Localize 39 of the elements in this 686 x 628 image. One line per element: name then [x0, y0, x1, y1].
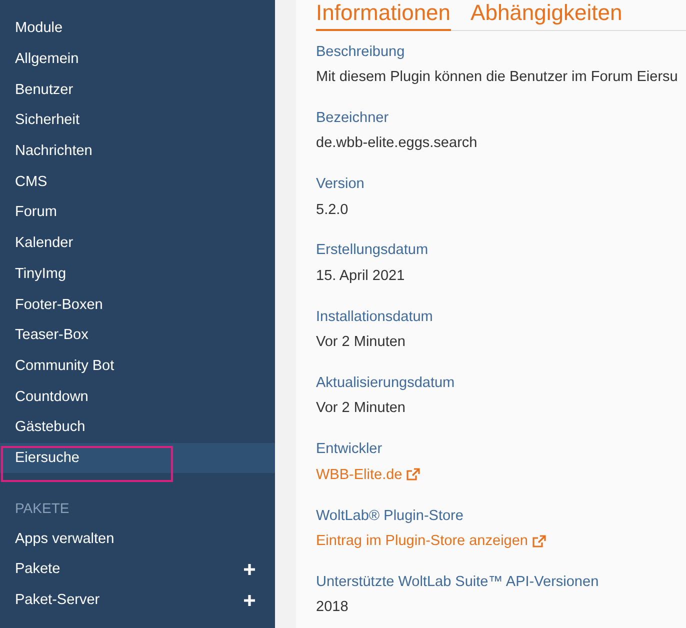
sidebar-item[interactable]: CMS	[0, 166, 275, 198]
field-label: Unterstützte WoltLab Suite™ API-Versionen	[316, 572, 600, 592]
sidebar-item[interactable]: Countdown	[0, 381, 275, 412]
plus-icon[interactable]	[244, 594, 255, 606]
sidebar-item[interactable]: Apps verwalten	[0, 523, 275, 554]
field-value: Vor 2 Minuten	[316, 399, 406, 418]
field-label: Bezeichner	[316, 108, 390, 128]
sidebar-section-title: PAKETE	[14, 499, 70, 518]
field-value: 2018	[316, 598, 350, 618]
plus-icon[interactable]	[244, 564, 255, 575]
sidebar-item[interactable]: Forum	[0, 197, 275, 228]
field-value: 15. April 2021	[316, 266, 406, 286]
field-label: Version	[316, 175, 366, 194]
sidebar-item[interactable]: Gästebuch	[0, 412, 275, 443]
field-value: Vor 2 Minuten	[316, 333, 406, 352]
sidebar-item[interactable]: Teaser-Box	[0, 320, 275, 351]
field-value: de.wbb-elite.eggs.search	[316, 134, 478, 154]
sidebar-item[interactable]: Allgemein	[0, 44, 275, 74]
external-link-icon	[532, 534, 546, 548]
sidebar-item[interactable]: Kalender	[0, 228, 275, 258]
sidebar-item[interactable]: Footer-Boxen	[0, 289, 275, 320]
field-value: 5.2.0	[316, 200, 350, 220]
field-label: Erstellungsdatum	[316, 241, 430, 260]
sidebar-item[interactable]: Pakete	[0, 554, 275, 585]
sidebar-item[interactable]: Benutzer	[0, 74, 275, 106]
field-value: Mit diesem Plugin können die Benutzer im Forum Eiersu	[316, 68, 679, 87]
external-link-icon	[406, 468, 420, 482]
sidebar-item[interactable]: Eiersuche	[0, 442, 275, 474]
field-label: Installationsdatum	[316, 308, 434, 327]
field-label: Entwickler	[316, 440, 384, 460]
field-label: Beschreibung	[316, 42, 406, 62]
field-label: WoltLab® Plugin-Store	[316, 506, 464, 526]
sidebar-item[interactable]: Paket-Server	[0, 584, 275, 616]
field-label: Aktualisierungsdatum	[316, 374, 456, 393]
sidebar-item[interactable]: Nachrichten	[0, 136, 275, 166]
sidebar-item[interactable]: Sicherheit	[0, 105, 275, 136]
sidebar-item[interactable]: Community Bot	[0, 350, 275, 382]
sidebar-item[interactable]: Module	[0, 13, 275, 44]
sidebar-item[interactable]: TinyImg	[0, 258, 275, 290]
